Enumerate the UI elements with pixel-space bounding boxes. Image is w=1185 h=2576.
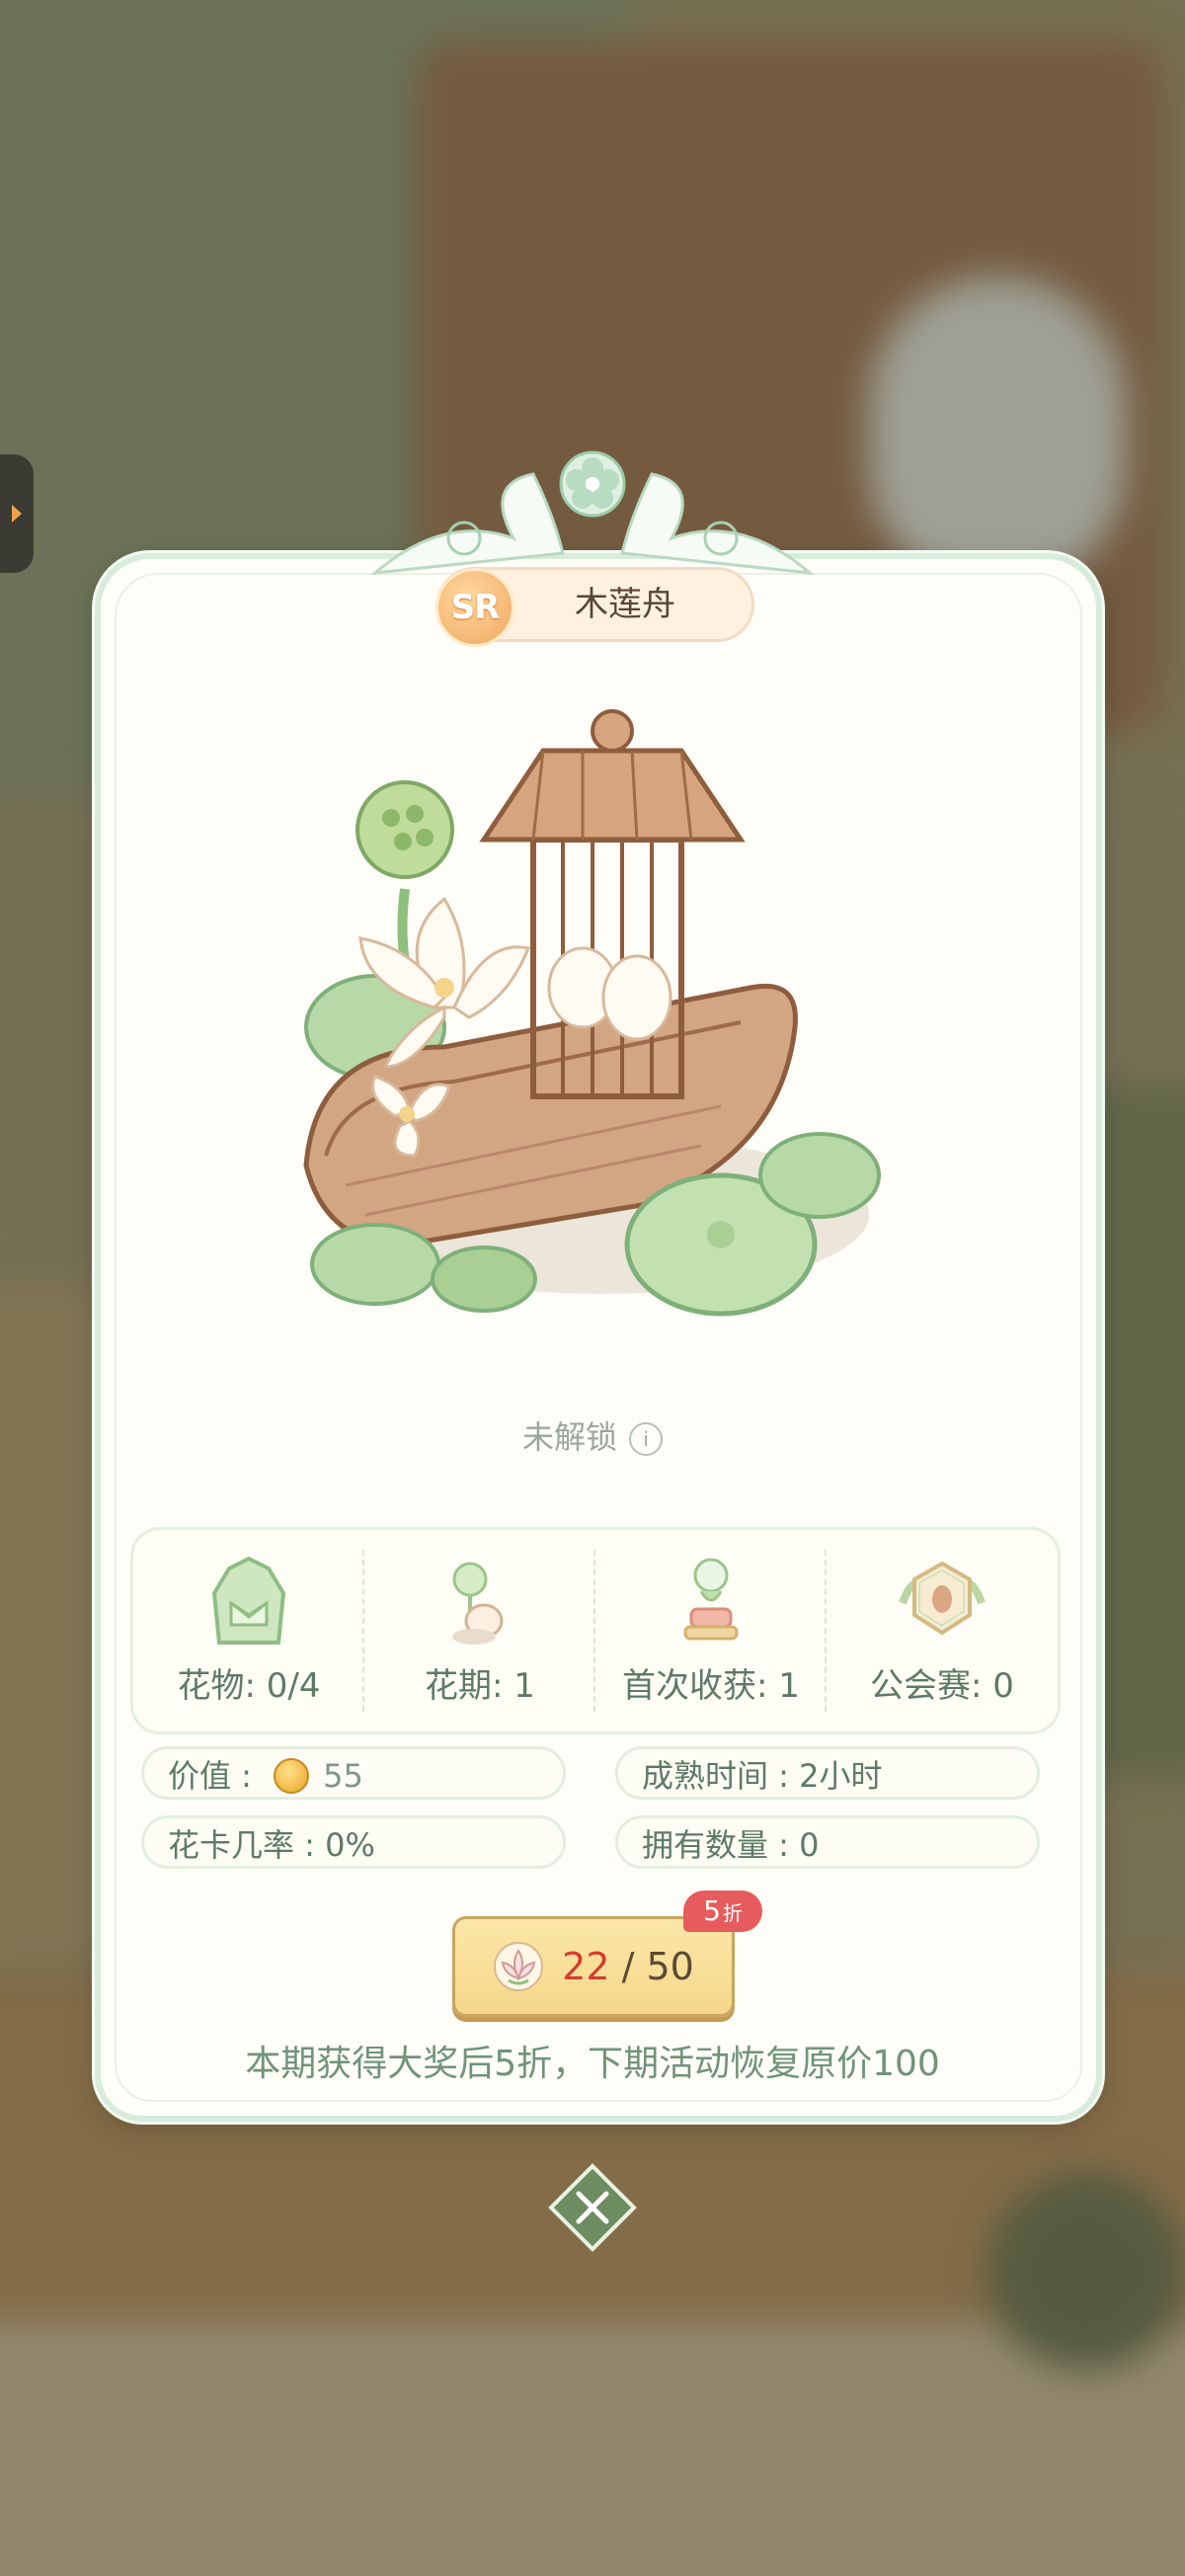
side-expand-tab[interactable] (0, 454, 34, 573)
card-rate-pill: 花卡几率 : 0% (141, 1815, 566, 1869)
item-title-pill: SR 木莲舟 (435, 567, 754, 647)
lock-status-row: 未解锁 i (0, 1412, 1185, 1458)
guild-race-icon (899, 1561, 986, 1636)
mature-time-pill: 成熟时间 : 2小时 (615, 1746, 1040, 1800)
info-icon[interactable]: i (629, 1422, 663, 1456)
mature-time: 成熟时间 : 2小时 (642, 1757, 883, 1795)
stat-flower-items[interactable]: 花物: 0/4 (133, 1530, 364, 1731)
value-label: 价值 : (168, 1757, 252, 1795)
stat-guild-race[interactable]: 公会赛: 0 (827, 1530, 1058, 1731)
count-separator: / (609, 1945, 647, 1988)
rarity-badge: SR (435, 568, 514, 647)
lotus-token-icon (494, 1942, 544, 1991)
stat-first-harvest[interactable]: 首次收获: 1 (595, 1530, 827, 1731)
owned-count: 拥有数量 : 0 (642, 1826, 820, 1864)
stat-label: 公会赛: 0 (870, 1666, 1014, 1706)
coin-icon (274, 1758, 310, 1794)
chevron-right-icon (12, 505, 22, 523)
close-button[interactable] (548, 2163, 637, 2252)
item-name: 木莲舟 (575, 585, 675, 624)
stat-label: 花期: 1 (425, 1666, 535, 1706)
lock-status-text: 未解锁 (521, 1418, 617, 1456)
stat-bloom-period[interactable]: 花期: 1 (364, 1530, 595, 1731)
flower-item-icon (211, 1556, 286, 1645)
first-harvest-icon (683, 1558, 739, 1641)
flower-crown-ornament-icon (370, 450, 815, 575)
current-count: 22 (562, 1945, 610, 1988)
lotus-boat-artwork (303, 709, 881, 1317)
stats-panel: 花物: 0/4 花期: 1 首次收获: 1 公会赛: 0 (130, 1527, 1061, 1734)
bloom-period-icon (452, 1562, 504, 1645)
card-rate: 花卡几率 : 0% (168, 1826, 375, 1864)
value-pill: 价值 : 55 (141, 1746, 566, 1800)
total-count: 50 (646, 1945, 694, 1988)
stat-label: 首次收获: 1 (622, 1666, 800, 1706)
discount-note: 本期获得大奖后5折，下期活动恢复原价100 (245, 2044, 940, 2084)
owned-count-pill: 拥有数量 : 0 (615, 1815, 1040, 1869)
stat-label: 花物: 0/4 (177, 1666, 321, 1706)
value-amount: 55 (323, 1757, 363, 1795)
discount-badge: 5折 (683, 1891, 762, 1932)
